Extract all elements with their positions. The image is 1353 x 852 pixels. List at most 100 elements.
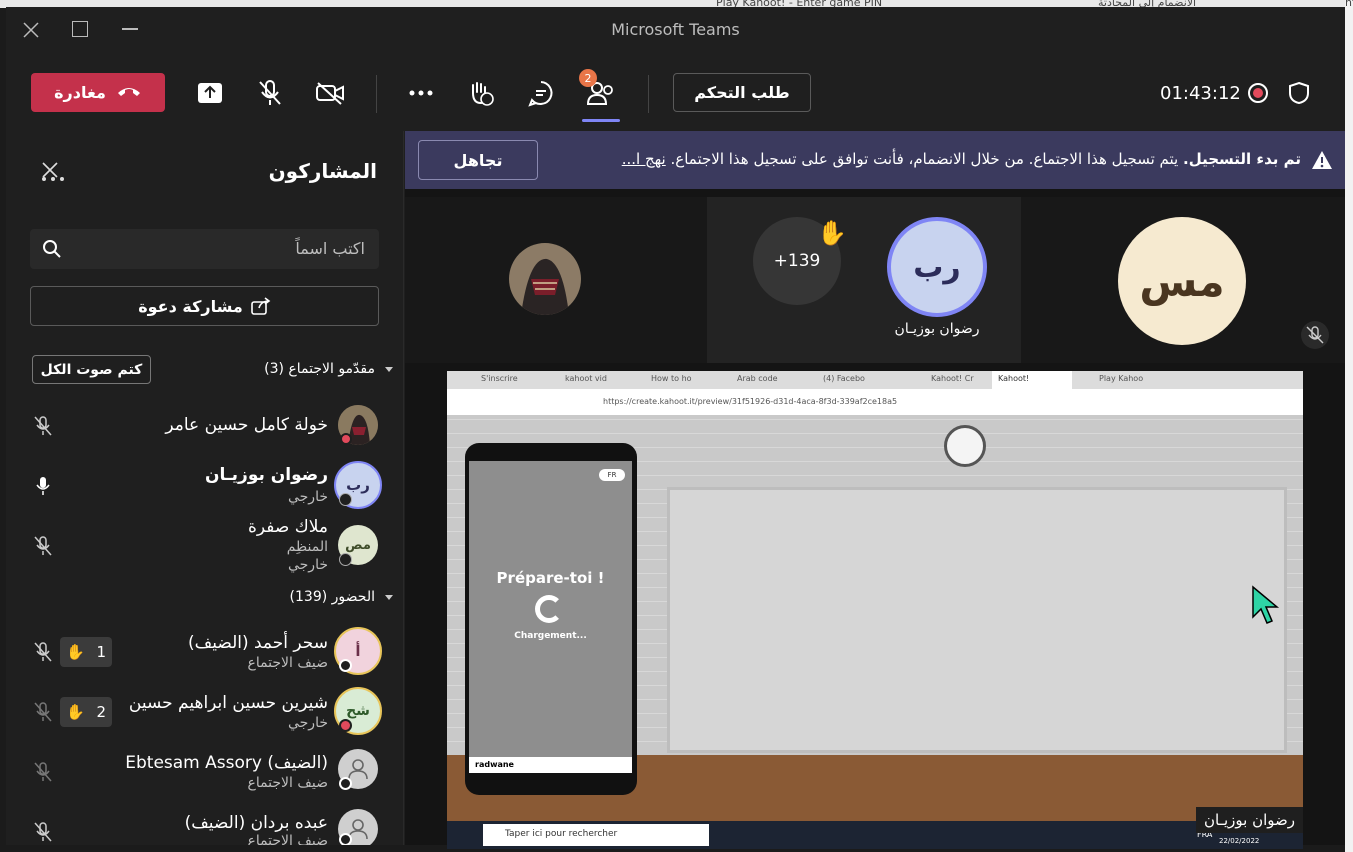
phone-loading: Chargement... — [514, 631, 587, 641]
shared-screen[interactable]: S'inscrire kahoot vid How to ho Arab cod… — [447, 371, 1303, 849]
mic-muted-icon — [34, 536, 52, 556]
player-name: radwane — [469, 757, 632, 773]
participant-name: ملاك صفرة — [248, 517, 328, 537]
banner-bold: تم بدء التسجيل. — [1183, 150, 1301, 168]
avatar-initials: مس — [1139, 256, 1225, 306]
participant-role: خارجي — [287, 715, 328, 731]
active-indicator — [582, 119, 620, 122]
banner-link[interactable]: نهج ا... — [622, 150, 666, 168]
browser-url[interactable]: https://create.kahoot.it/preview/31f5192… — [603, 397, 897, 406]
toolbar-divider — [648, 75, 649, 113]
tile-name: رضوان بوزيـان — [894, 321, 980, 337]
kahoot-preview: FR Prépare-toi ! Chargement... radwane — [447, 415, 1303, 821]
participant-role: ضيف الاجتماع — [247, 655, 328, 671]
more-actions-button[interactable] — [399, 71, 443, 115]
avatar-initials: رب — [346, 476, 370, 494]
speaker-tile[interactable]: +139 ✋ رب رضوان بوزيـان — [707, 197, 1021, 363]
participant-name: رضوان بوزيـان — [204, 465, 328, 485]
browser-tab[interactable]: S'inscrire — [481, 374, 565, 387]
browser-tab[interactable]: Kahoot! Cr — [931, 374, 974, 383]
mute-all-button[interactable]: كتم صوت الكل — [32, 355, 151, 384]
leave-button[interactable]: مغادرة — [31, 73, 165, 112]
participant-name: عبده بردان (الضيف) — [184, 813, 328, 833]
participant-name: شيرين حسين ابراهيم حسين — [128, 693, 328, 713]
banner-text: تم بدء التسجيل. يتم تسجيل هذا الاجتماع. … — [622, 150, 1301, 168]
meeting-timer: 01:43:12 — [1160, 83, 1241, 104]
toolbar-divider — [376, 75, 377, 113]
presenters-header[interactable]: مقدّمو الاجتماع (3) — [264, 361, 375, 377]
avatar-initials: أ — [355, 642, 361, 660]
meeting-stage: تم بدء التسجيل. يتم تسجيل هذا الاجتماع. … — [405, 131, 1345, 849]
browser-tab[interactable]: (4) Facebo — [823, 374, 909, 387]
browser-tab[interactable]: kahoot vid — [565, 374, 651, 387]
avatar[interactable]: مس — [1118, 217, 1246, 345]
status-dot — [339, 833, 352, 845]
participant-role: خارجي — [287, 557, 328, 573]
title-bar: Microsoft Teams — [6, 7, 1345, 53]
browser-address-bar: https://create.kahoot.it/preview/31f5192… — [447, 389, 1303, 415]
search-input[interactable]: اكتب اسماً — [30, 229, 379, 269]
status-dot — [339, 659, 352, 672]
browser-tab[interactable]: How to ho — [651, 374, 737, 387]
camera-off-button[interactable] — [308, 71, 352, 115]
participant-photo-tile[interactable] — [509, 243, 581, 315]
participants-count-badge: 2 — [579, 69, 597, 87]
shield-icon[interactable] — [1288, 81, 1310, 105]
video-gallery: +139 ✋ رب رضوان بوزيـان مس — [405, 197, 1345, 363]
language-badge[interactable]: FR — [599, 469, 625, 481]
share-icon — [250, 297, 271, 315]
whiteboard — [667, 487, 1287, 753]
windows-taskbar: Taper ici pour rechercher FRA 22/02/2022 — [447, 821, 1303, 849]
participant-row[interactable]: عبده بردان (الضيف) ضيف الاجتماع — [6, 805, 404, 845]
share-screen-button[interactable] — [188, 71, 232, 115]
participant-row[interactable]: رب رضوان بوزيـان خارجي — [6, 459, 404, 515]
mic-off-button[interactable] — [248, 71, 292, 115]
hand-icon: ✋ — [65, 703, 85, 721]
banner-message: يتم تسجيل هذا الاجتماع. من خلال الانضمام… — [670, 150, 1179, 168]
background-window-edge: https — [1345, 0, 1353, 852]
warning-icon — [1312, 151, 1332, 169]
participant-row[interactable]: Ebtesam Assory (الضيف) ضيف الاجتماع — [6, 745, 404, 803]
external-badge-icon — [339, 553, 352, 566]
close-panel-icon[interactable] — [42, 162, 58, 178]
participants-panel: المشاركون اكتب اسماً مشاركة دعوة كتم صوت… — [6, 131, 404, 845]
participant-row[interactable]: مص ملاك صفرة المنظِم خارجي — [6, 517, 404, 579]
mic-disabled-icon — [34, 702, 52, 722]
attendees-header[interactable]: الحضور (139) — [290, 589, 375, 605]
browser-tab-active[interactable]: Kahoot! — [992, 371, 1072, 389]
raise-hand-emoji-icon — [472, 82, 494, 106]
browser-tab[interactable]: Arab code — [737, 374, 823, 387]
mic-muted-icon — [34, 416, 52, 436]
reactions-button[interactable] — [459, 71, 503, 115]
mic-muted-icon — [34, 642, 52, 662]
clock-icon — [944, 425, 986, 467]
status-dot — [340, 433, 352, 445]
chevron-down-icon[interactable] — [385, 367, 393, 372]
external-badge-icon — [339, 493, 352, 506]
hand-icon: ✋ — [65, 643, 85, 661]
mic-muted-icon — [34, 822, 52, 842]
search-icon — [43, 240, 61, 258]
browser-tab[interactable]: Play Kahoo — [1099, 374, 1143, 383]
phone-screen: FR Prépare-toi ! Chargement... radwane — [469, 461, 632, 773]
participant-row[interactable]: أ سحر أحمد (الضيف) ضيف الاجتماع ✋ 1 — [6, 623, 404, 681]
participants-button[interactable]: 2 — [579, 69, 623, 122]
recording-icon — [1248, 83, 1268, 103]
participant-row[interactable]: خولة كامل حسين عامر — [6, 399, 404, 455]
chat-button[interactable] — [519, 71, 563, 115]
teams-window: Microsoft Teams مغادرة 2 طلب التحكم 01:4… — [6, 7, 1345, 849]
person-icon — [348, 759, 368, 780]
request-control-button[interactable]: طلب التحكم — [673, 73, 811, 112]
leave-label: مغادرة — [54, 83, 106, 102]
share-invite-button[interactable]: مشاركة دعوة — [30, 286, 379, 326]
dismiss-button[interactable]: تجاهل — [418, 140, 538, 180]
participant-row[interactable]: شح شيرين حسين ابراهيم حسين خارجي ✋ 2 — [6, 683, 404, 741]
chat-icon — [528, 81, 553, 107]
raised-hand-badge: ✋ 2 — [60, 697, 112, 727]
window-title: Microsoft Teams — [611, 20, 740, 39]
taskbar-search[interactable]: Taper ici pour rechercher — [483, 824, 709, 846]
chevron-down-icon[interactable] — [385, 595, 393, 600]
mic-muted-icon — [1301, 321, 1329, 349]
share-invite-label: مشاركة دعوة — [138, 296, 243, 316]
participant-role: المنظِم — [286, 539, 328, 555]
